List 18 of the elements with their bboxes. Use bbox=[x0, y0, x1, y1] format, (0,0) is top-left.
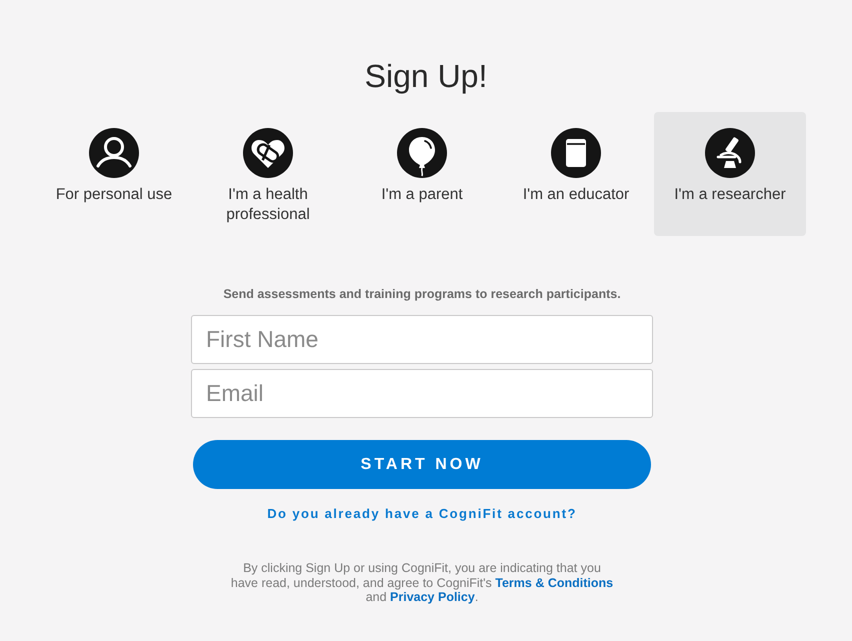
user-type-option[interactable]: For personal use bbox=[38, 112, 190, 236]
user-type-option[interactable]: I'm a parent bbox=[346, 112, 498, 236]
legal-notice: By clicking Sign Up or using CogniFit, you are indicating that you have read, understood, and agree to CogniFit's Terms & Conditions and Privacy Policy. bbox=[230, 561, 614, 604]
email-field[interactable]: Email bbox=[191, 369, 653, 418]
balloon-icon bbox=[397, 128, 447, 178]
start-now-button[interactable]: START NOW bbox=[193, 440, 651, 489]
user-type-option[interactable]: I'm a health professional bbox=[192, 112, 344, 236]
microscope-icon bbox=[705, 128, 755, 178]
page-title: Sign Up! bbox=[364, 57, 488, 96]
login-link[interactable]: Do you already have a CogniFit account? bbox=[267, 506, 577, 522]
first-name-field[interactable]: First Name bbox=[191, 315, 653, 364]
user-type-option[interactable]: I'm an educator bbox=[500, 112, 652, 236]
privacy-policy-link[interactable]: Privacy Policy bbox=[390, 590, 475, 604]
person-icon bbox=[89, 128, 139, 178]
description-text: Send assessments and training programs to research participants. bbox=[223, 286, 621, 303]
terms-link[interactable]: Terms & Conditions bbox=[495, 576, 614, 590]
user-type-option[interactable]: I'm a researcher bbox=[654, 112, 806, 236]
book-icon bbox=[551, 128, 601, 178]
